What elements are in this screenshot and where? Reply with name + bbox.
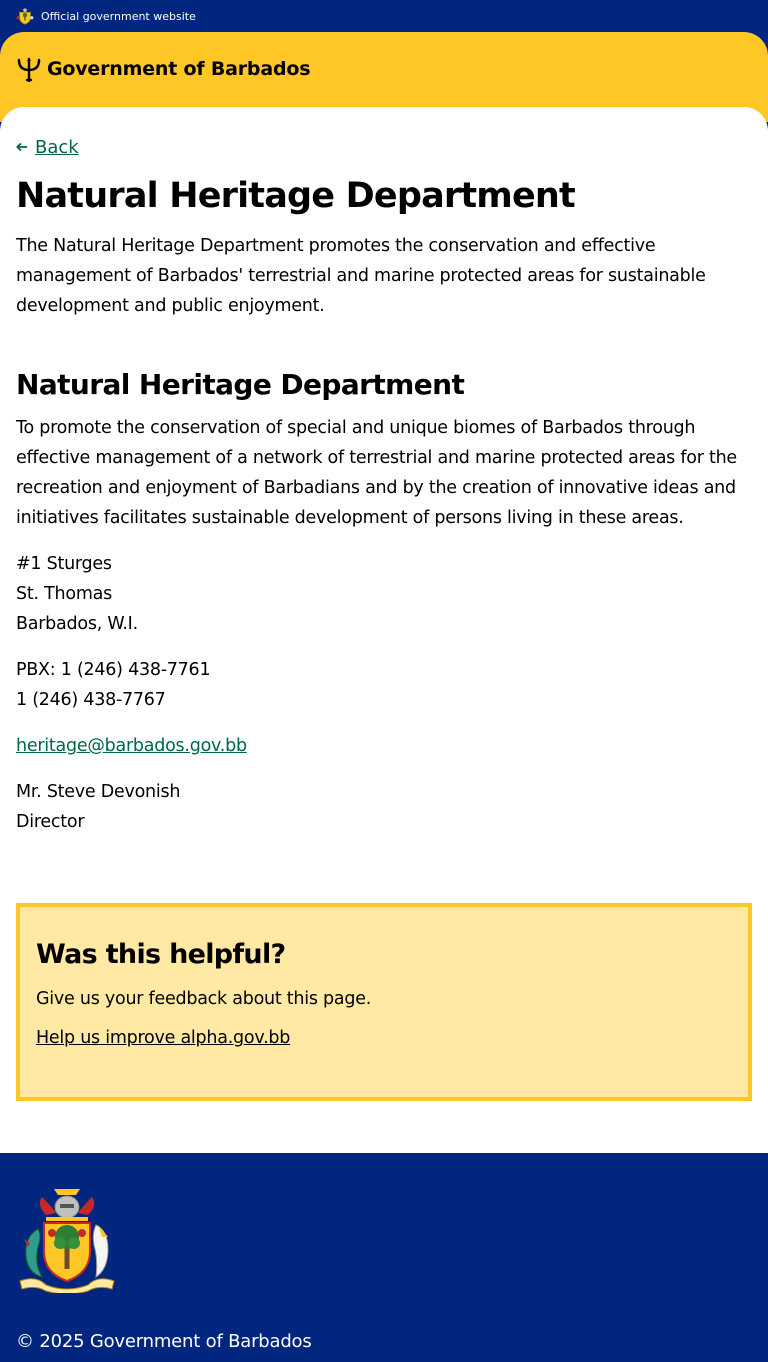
site-logo-link[interactable]: Government of Barbados <box>16 56 311 82</box>
coat-of-arms-icon <box>19 1189 115 1295</box>
main-content: Back Natural Heritage Department The Nat… <box>0 107 768 1153</box>
mission-text: To promote the conservation of special a… <box>16 418 737 529</box>
back-link[interactable]: Back <box>16 135 752 159</box>
arrow-left-icon <box>16 142 27 152</box>
feedback-text: Give us your feedback about this page. <box>36 989 372 1010</box>
address: #1 Sturges St. Thomas Barbados, W.I. <box>16 549 752 639</box>
email-block: heritage@barbados.gov.bb <box>16 731 752 761</box>
contact-person: Mr. Steve Devonish Director <box>16 777 752 837</box>
site-title: Government of Barbados <box>47 58 311 80</box>
address-line: St. Thomas <box>16 584 112 605</box>
phone-line: 1 (246) 438-7767 <box>16 690 166 711</box>
trident-icon <box>17 57 41 82</box>
phone-numbers: PBX: 1 (246) 438-7761 1 (246) 438-7767 <box>16 655 752 715</box>
page-title: Natural Heritage Department <box>16 176 576 216</box>
contact-name: Mr. Steve Devonish <box>16 782 181 803</box>
address-line: Barbados, W.I. <box>16 614 138 635</box>
official-banner-text: Official government website <box>41 9 196 23</box>
copyright-text: © 2025 Government of Barbados <box>16 1331 312 1352</box>
official-banner: Official government website <box>0 0 768 32</box>
site-footer: © 2025 Government of Barbados <box>0 1153 768 1362</box>
feedback-panel: Was this helpful? Give us your feedback … <box>16 903 752 1102</box>
coat-of-arms-icon <box>16 8 34 25</box>
phone-line: PBX: 1 (246) 438-7761 <box>16 660 211 681</box>
email-link[interactable]: heritage@barbados.gov.bb <box>16 736 247 756</box>
section-title: Natural Heritage Department <box>16 367 465 401</box>
back-link-label: Back <box>35 136 79 158</box>
contact-role: Director <box>16 812 85 833</box>
address-line: #1 Sturges <box>16 554 112 575</box>
feedback-link[interactable]: Help us improve alpha.gov.bb <box>36 1028 290 1048</box>
feedback-title: Was this helpful? <box>36 939 286 971</box>
page-intro: The Natural Heritage Department promotes… <box>16 235 706 316</box>
